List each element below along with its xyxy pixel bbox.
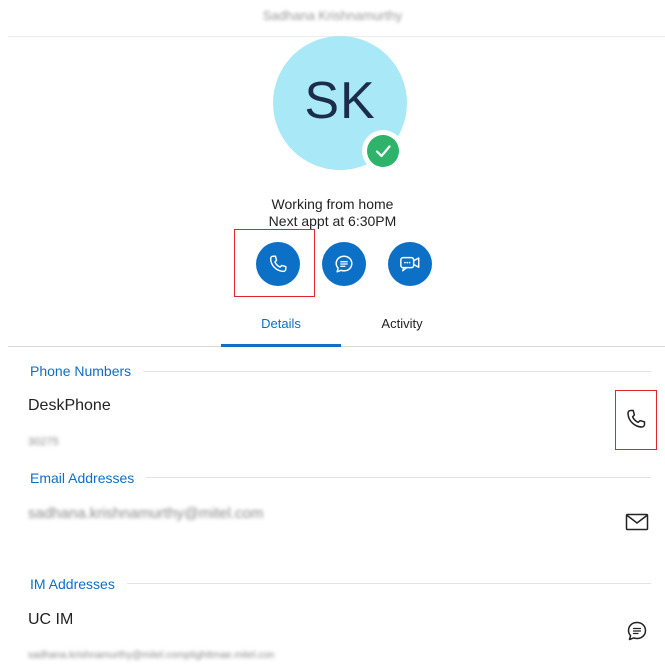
uc-im-label: UC IM — [28, 611, 74, 628]
im-section-title: IM Addresses — [30, 576, 127, 592]
im-address: sadhana.krishnamurthy@mitel.comptighttma… — [28, 650, 275, 661]
chat-icon — [335, 255, 353, 273]
call-button[interactable] — [256, 242, 300, 286]
email-section-title: Email Addresses — [30, 470, 147, 486]
status-text: Working from home — [271, 196, 394, 212]
video-icon — [400, 256, 420, 272]
phone-icon — [269, 255, 287, 273]
tab-details[interactable]: Details — [222, 316, 340, 331]
send-email-button[interactable] — [623, 510, 651, 534]
header-contact-name: Sadhana Krishnamurthy — [262, 8, 403, 23]
tab-activity[interactable]: Activity — [343, 316, 461, 331]
checkmark-icon — [367, 135, 399, 167]
im-chat-button[interactable] — [623, 617, 651, 645]
call-deskphone-button[interactable] — [622, 405, 650, 433]
deskphone-number: 30275 — [28, 436, 59, 448]
email-address: sadhana.krishnamurthy@mitel.com — [28, 505, 264, 522]
video-button[interactable] — [388, 242, 432, 286]
phone-icon — [627, 409, 646, 428]
deskphone-label: DeskPhone — [28, 397, 111, 414]
chat-button[interactable] — [322, 242, 366, 286]
presence-badge — [362, 130, 404, 172]
phone-section-title: Phone Numbers — [30, 363, 144, 379]
appointment-text: Next appt at 6:30PM — [268, 213, 397, 229]
envelope-icon — [625, 513, 649, 531]
active-tab-indicator — [221, 344, 341, 347]
chat-icon — [627, 621, 647, 641]
avatar-initials: SK — [304, 72, 376, 130]
